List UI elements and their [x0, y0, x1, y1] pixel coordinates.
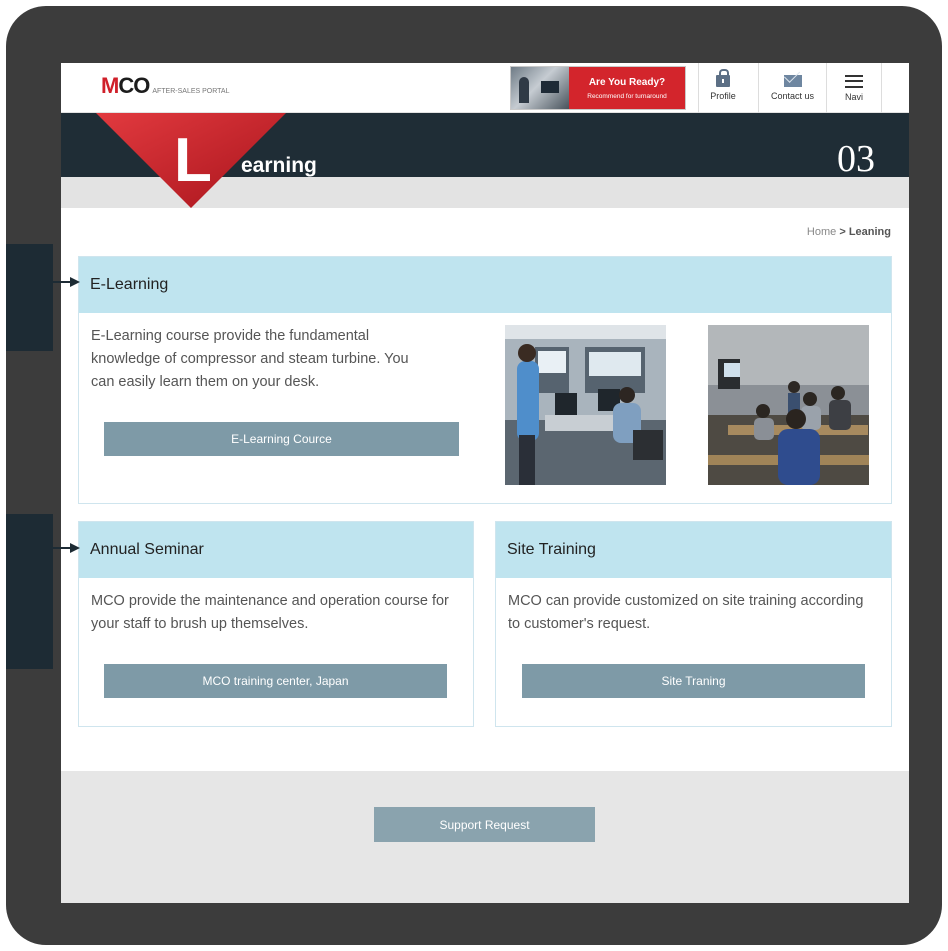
lock-icon [716, 69, 730, 87]
callout-connector [47, 547, 71, 549]
logo-mark-m: M [101, 73, 119, 98]
classroom-photo [708, 325, 869, 485]
nav-profile[interactable]: Profile [698, 63, 747, 113]
callout-connector [47, 281, 71, 283]
callout-tab-seminar [6, 514, 53, 669]
menu-icon [845, 74, 863, 88]
elearning-description: E-Learning course provide the fundamenta… [91, 328, 409, 390]
breadcrumb-current: Leaning [848, 226, 891, 238]
breadcrumb: Home > Leaning [807, 226, 891, 238]
nav-navi-label: Navi [844, 91, 863, 102]
training-center-button[interactable]: MCO training center, Japan [104, 664, 447, 698]
logo-subtitle: AFTER-SALES PORTAL [152, 88, 230, 95]
mco-logo[interactable]: M CO AFTER-SALES PORTAL [101, 73, 229, 99]
mail-icon [783, 75, 802, 87]
nav-profile-label: Profile [710, 91, 736, 101]
page-number: 03 [837, 138, 875, 180]
callout-arrow-icon [70, 277, 80, 287]
annual-seminar-description: MCO provide the maintenance and operatio… [91, 593, 449, 632]
portal-screen: M CO AFTER-SALES PORTAL Are You Ready? R… [61, 63, 909, 903]
site-training-description: MCO can provide customized on site train… [508, 593, 864, 632]
banner-photo [511, 67, 569, 109]
breadcrumb-separator: > [839, 226, 846, 238]
annual-seminar-heading: Annual Seminar [79, 522, 473, 578]
banner-title: Are You Ready? [588, 76, 666, 88]
support-request-button[interactable]: Support Request [374, 807, 595, 842]
nav-contact-label: Contact us [770, 91, 815, 101]
elearning-course-button[interactable]: E-Learning Cource [104, 422, 459, 456]
elearning-heading: E-Learning [79, 257, 891, 313]
callout-tab-elearning [6, 244, 53, 351]
site-header: M CO AFTER-SALES PORTAL Are You Ready? R… [61, 63, 909, 113]
site-training-button[interactable]: Site Traning [522, 664, 865, 698]
device-frame: M CO AFTER-SALES PORTAL Are You Ready? R… [6, 6, 942, 945]
breadcrumb-home[interactable]: Home [807, 226, 836, 238]
nav-contact-us[interactable]: Contact us [758, 63, 826, 113]
callout-arrow-icon [70, 543, 80, 553]
banner-text: Are You Ready? Recommend for turnaround [569, 67, 685, 109]
badge-letter: L [174, 126, 212, 195]
are-you-ready-banner[interactable]: Are You Ready? Recommend for turnaround [510, 66, 686, 110]
nav-menu[interactable]: Navi [826, 63, 882, 113]
logo-mark-co: CO [118, 73, 150, 98]
training-room-photo [505, 325, 666, 485]
page-title: earning [241, 154, 317, 177]
site-training-heading: Site Training [496, 522, 891, 578]
banner-subtitle: Recommend for turnaround [587, 92, 667, 100]
